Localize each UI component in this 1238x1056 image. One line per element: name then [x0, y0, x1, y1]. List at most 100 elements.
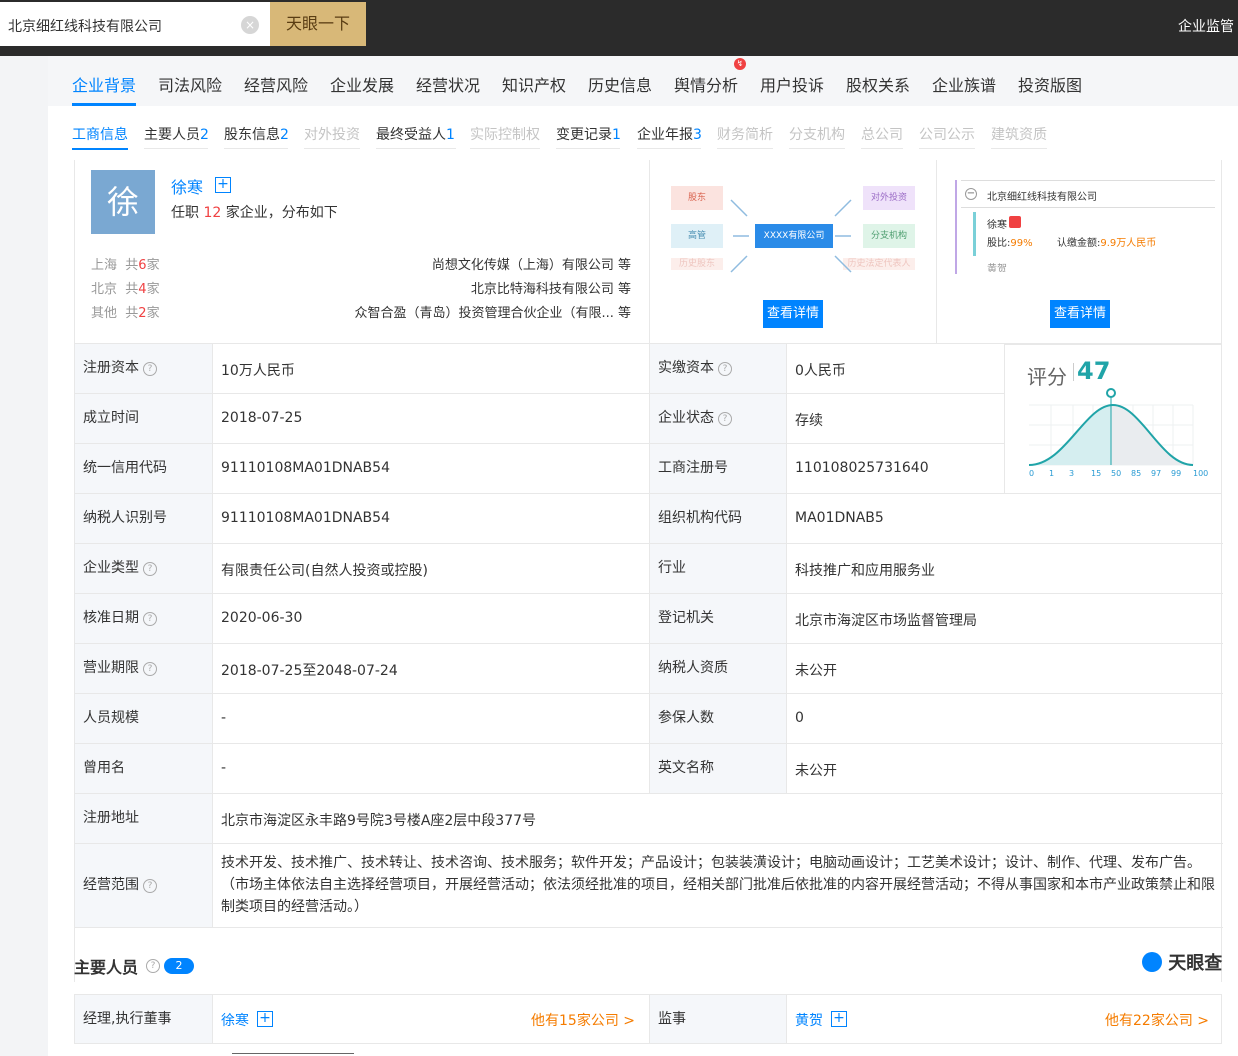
search-box[interactable]: 北京细红线科技有限公司 ×	[0, 2, 270, 46]
subtab-underline	[637, 148, 701, 149]
field-value: 2018-07-25	[221, 410, 303, 426]
avatar: 徐	[91, 170, 155, 234]
more-companies-link[interactable]: 他有22家公司 >	[1105, 1010, 1209, 1030]
subtab-shareholders[interactable]: 股东信息2	[224, 124, 289, 144]
person-link[interactable]: 徐寒	[221, 1010, 249, 1030]
region-company-link[interactable]: 尚想文化传媒（上海）有限公司 等	[432, 254, 631, 273]
subtab-construction: 建筑资质	[991, 127, 1047, 143]
score-tick-label: 15	[1091, 469, 1102, 478]
help-icon[interactable]: ?	[143, 612, 157, 626]
field-value: 91110108MA01DNAB54	[221, 460, 390, 476]
subtab-key-people[interactable]: 主要人员2	[144, 124, 209, 144]
field-label: 经营范围?	[75, 844, 213, 927]
enterprise-supervision-link[interactable]: 企业监管	[1178, 16, 1234, 36]
help-icon[interactable]: ?	[718, 362, 732, 376]
main-tabs: 企业背景 司法风险 经营风险 企业发展 经营状况 知识产权 历史信息 舆情分析 …	[48, 56, 1238, 106]
subtab-underline	[789, 148, 845, 149]
subtab-underline	[144, 148, 208, 149]
field-label: 登记机关	[649, 594, 787, 643]
subtab-underline	[304, 148, 360, 149]
subtab-change-records[interactable]: 变更记录1	[556, 124, 621, 144]
region-company-link[interactable]: 众智合盈（青岛）投资管理合伙企业（有限... 等	[354, 302, 631, 321]
subtab-business-info[interactable]: 工商信息	[72, 124, 128, 144]
person-name-link[interactable]: 徐寒	[171, 174, 203, 198]
help-icon[interactable]: ?	[143, 879, 157, 893]
field-label: 企业状态?	[649, 394, 787, 443]
help-icon[interactable]: ?	[143, 562, 157, 576]
field-label: 人员规模	[75, 694, 213, 743]
expand-plus-icon[interactable]: +	[215, 177, 231, 193]
tab-history[interactable]: 历史信息	[588, 72, 652, 96]
score-value: 47	[1077, 357, 1111, 385]
more-companies-link[interactable]: 他有15家公司 >	[531, 1010, 635, 1030]
subtab-beneficiary[interactable]: 最终受益人1	[376, 124, 455, 144]
tab-family-tree[interactable]: 企业族谱	[932, 72, 996, 96]
top-bar: 北京细红线科技有限公司 × 天眼一下 企业监管	[0, 0, 1238, 56]
field-value: 科技推广和应用服务业	[795, 563, 935, 579]
score-tick-label: 1	[1049, 469, 1055, 478]
view-details-button[interactable]: 查看详情	[1050, 300, 1110, 328]
scope-line: （市场主体依法自主选择经营项目，开展经营活动；依法须经批准的项目，经相关部门批准…	[221, 877, 1215, 893]
sub-tabs: 工商信息 主要人员2 股东信息2 对外投资 最终受益人1 实际控制权 变更记录1…	[48, 106, 1238, 160]
field-value: 0人民币	[795, 363, 846, 379]
tree-ratio: 股比:99%	[987, 238, 1033, 249]
field-label: 注册资本?	[75, 344, 213, 393]
tab-ip[interactable]: 知识产权	[502, 72, 566, 96]
info-row: 成立时间 2018-07-25 企业状态? 存续	[75, 394, 1005, 444]
help-icon[interactable]: ?	[146, 959, 160, 973]
score-panel: 评分 47 0 1 3 15 50 85 97 99 100	[1004, 344, 1222, 494]
count-badge: 2	[164, 958, 194, 974]
help-icon[interactable]: ?	[143, 662, 157, 676]
tab-enterprise-background[interactable]: 企业背景	[72, 72, 136, 96]
expand-plus-icon[interactable]: +	[831, 1011, 847, 1027]
field-value: 110108025731640	[795, 460, 929, 476]
tree-person-badge-icon	[1009, 216, 1021, 228]
field-value: 未公开	[795, 763, 837, 779]
region-company-link[interactable]: 北京比特海科技有限公司 等	[471, 278, 631, 297]
search-button[interactable]: 天眼一下	[270, 2, 366, 46]
field-value: 2020-06-30	[221, 610, 303, 626]
tab-development[interactable]: 企业发展	[330, 72, 394, 96]
address-row: 注册地址 北京市海淀区永丰路9号院3号楼A座2层中段377号	[75, 794, 1223, 844]
help-icon[interactable]: ?	[143, 362, 157, 376]
tab-judicial-risk[interactable]: 司法风险	[158, 72, 222, 96]
tab-investment-map[interactable]: 投资版图	[1018, 72, 1082, 96]
score-divider	[1073, 363, 1074, 381]
info-row: 人员规模 - 参保人数 0	[75, 694, 1223, 744]
main-panel: 企业背景 司法风险 经营风险 企业发展 经营状况 知识产权 历史信息 舆情分析 …	[48, 56, 1238, 1056]
subtab-annual-report[interactable]: 企业年报3	[637, 124, 702, 144]
field-value: 未公开	[795, 663, 837, 679]
field-value: -	[221, 760, 227, 776]
field-label: 核准日期?	[75, 594, 213, 643]
tab-operating-risk[interactable]: 经营风险	[244, 72, 308, 96]
expand-plus-icon[interactable]: +	[257, 1011, 273, 1027]
score-tick-label: 99	[1171, 469, 1182, 478]
field-label: 参保人数	[649, 694, 787, 743]
field-label: 成立时间	[75, 394, 213, 443]
score-tick-label: 0	[1029, 469, 1035, 478]
tab-complaints[interactable]: 用户投诉	[760, 72, 824, 96]
help-icon[interactable]: ?	[718, 412, 732, 426]
divider	[936, 160, 937, 344]
subtab-underline	[72, 148, 128, 150]
info-row: 企业类型? 有限责任公司(自然人投资或控股) 行业 科技推广和应用服务业	[75, 544, 1223, 594]
field-label: 曾用名	[75, 744, 213, 793]
tab-public-opinion[interactable]: 舆情分析	[674, 72, 738, 96]
clear-icon[interactable]: ×	[241, 16, 259, 34]
tree-branch-bar	[973, 212, 976, 256]
collapse-icon[interactable]: −	[965, 188, 977, 200]
tab-equity[interactable]: 股权关系	[846, 72, 910, 96]
person-link[interactable]: 黄贺	[795, 1010, 823, 1030]
subtab-underline	[224, 148, 288, 149]
scope-line: 制类项目的经营活动。）	[221, 899, 368, 915]
score-tick-label: 97	[1151, 469, 1162, 478]
field-value: 91110108MA01DNAB54	[221, 510, 390, 526]
tree-next-row: 黄贺	[973, 260, 1215, 272]
field-label: 工商注册号	[649, 444, 787, 493]
tab-operating-status[interactable]: 经营状况	[416, 72, 480, 96]
info-row: 营业期限? 2018-07-25至2048-07-24 纳税人资质 未公开	[75, 644, 1223, 694]
info-row: 纳税人识别号 91110108MA01DNAB54 组织机构代码 MA01DNAB5	[75, 494, 1223, 544]
search-input[interactable]: 北京细红线科技有限公司	[8, 16, 162, 36]
view-details-button[interactable]: 查看详情	[763, 300, 823, 328]
field-label: 纳税人识别号	[75, 494, 213, 543]
